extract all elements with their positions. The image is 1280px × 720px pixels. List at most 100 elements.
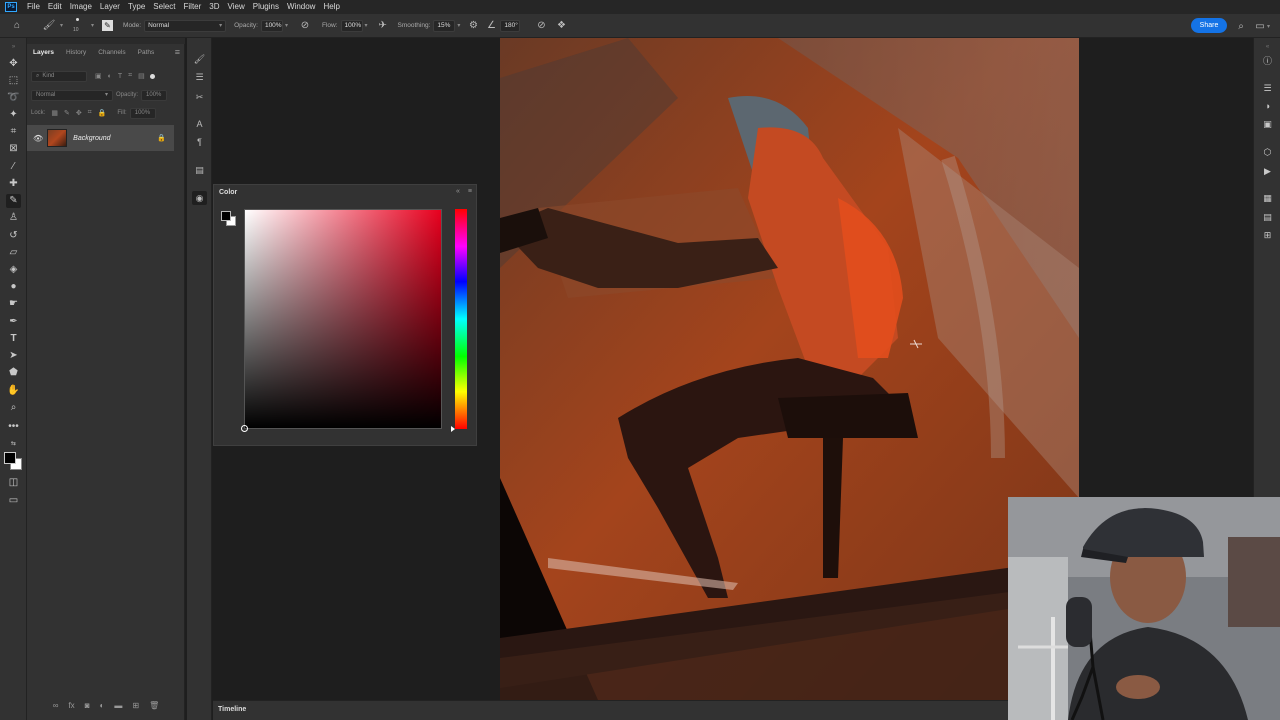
- filter-toggle-icon[interactable]: [149, 73, 155, 79]
- actions-play-icon[interactable]: ▶: [1260, 164, 1275, 178]
- menu-3d[interactable]: 3D: [205, 0, 223, 14]
- menu-filter[interactable]: Filter: [180, 0, 206, 14]
- saturation-value-field[interactable]: [241, 209, 442, 432]
- menu-type[interactable]: Type: [124, 0, 149, 14]
- quick-mask-icon[interactable]: ◫: [6, 476, 21, 490]
- pen-tool-icon[interactable]: ✒: [6, 315, 21, 329]
- adjustments-icon[interactable]: ☰: [1260, 81, 1275, 95]
- symmetry-icon[interactable]: ❖: [554, 19, 568, 33]
- libraries-icon[interactable]: ▣: [1260, 117, 1275, 131]
- eye-icon[interactable]: 👁: [33, 134, 43, 143]
- menu-layer[interactable]: Layer: [96, 0, 124, 14]
- filter-smart-object-icon[interactable]: ▤: [138, 72, 145, 80]
- brush-tool-preset-icon[interactable]: 🖌: [42, 19, 56, 33]
- type-tool-icon[interactable]: T: [6, 332, 21, 346]
- link-layers-icon[interactable]: ∞: [53, 701, 59, 710]
- fill-field[interactable]: 100%: [129, 107, 156, 119]
- collapse-icon[interactable]: «: [456, 188, 460, 195]
- learn-icon[interactable]: ⓘ: [1260, 54, 1275, 68]
- lock-transparent-icon[interactable]: ▦: [51, 109, 58, 117]
- lock-artboard-icon[interactable]: ⌗: [88, 109, 92, 117]
- menu-edit[interactable]: Edit: [44, 0, 66, 14]
- quick-selection-tool-icon[interactable]: ✦: [6, 108, 21, 122]
- smoothing-field[interactable]: 15%: [433, 19, 456, 32]
- filter-type-icon[interactable]: T: [118, 73, 122, 80]
- tab-channels[interactable]: Channels: [92, 46, 131, 60]
- airbrush-icon[interactable]: ✈: [376, 19, 390, 33]
- layer-row[interactable]: 👁 Background 🔒: [27, 125, 174, 151]
- photoshop-logo[interactable]: Ps: [5, 2, 17, 12]
- properties-panel-icon[interactable]: ▤: [192, 163, 207, 177]
- patterns-icon[interactable]: ⊞: [1260, 228, 1275, 242]
- menu-view[interactable]: View: [224, 0, 249, 14]
- lock-all-icon[interactable]: 🔒: [98, 109, 107, 117]
- brush-size-picker[interactable]: 10: [67, 17, 89, 35]
- pressure-size-icon[interactable]: ⊘: [534, 19, 548, 33]
- layer-opacity-field[interactable]: 100%: [141, 89, 168, 101]
- pressure-opacity-icon[interactable]: ⊘: [298, 19, 312, 33]
- foreground-color-swatch[interactable]: [221, 211, 231, 221]
- paint-bucket-tool-icon[interactable]: ◈: [6, 263, 21, 277]
- workspace-icon[interactable]: ▭: [1253, 19, 1267, 33]
- opacity-field[interactable]: 100%: [260, 19, 283, 32]
- tool-presets-icon[interactable]: ✂: [192, 90, 207, 104]
- collapse-icon[interactable]: »: [6, 40, 21, 54]
- brush-settings-icon[interactable]: ✎: [102, 20, 114, 31]
- smudge-tool-icon[interactable]: ☛: [6, 297, 21, 311]
- hue-slider[interactable]: [451, 209, 467, 432]
- color-panel-icon[interactable]: ◉: [192, 191, 207, 205]
- delete-layer-icon[interactable]: 🗑: [149, 701, 159, 710]
- dodge-tool-icon[interactable]: ●: [6, 280, 21, 294]
- adjustment-layer-icon[interactable]: ◐: [100, 701, 105, 710]
- brush-tool-icon[interactable]: ✎: [6, 194, 21, 208]
- eraser-tool-icon[interactable]: ▱: [6, 246, 21, 260]
- chevron-down-icon[interactable]: ▾: [91, 22, 94, 29]
- lock-position-icon[interactable]: ✥: [76, 109, 82, 117]
- shape-tool-icon[interactable]: ⬟: [6, 366, 21, 380]
- panel-menu-icon[interactable]: ≡: [175, 47, 180, 57]
- gear-icon[interactable]: ⚙: [466, 19, 480, 33]
- color-picker-marker[interactable]: [241, 425, 248, 432]
- menu-image[interactable]: Image: [66, 0, 96, 14]
- tab-paths[interactable]: Paths: [132, 46, 161, 60]
- eyedropper-tool-icon[interactable]: ⁄: [6, 160, 21, 174]
- search-icon[interactable]: ⌕: [1234, 19, 1248, 33]
- tab-history[interactable]: History: [60, 46, 92, 60]
- hand-tool-icon[interactable]: ✋: [6, 384, 21, 398]
- collapse-icon[interactable]: «: [1260, 40, 1275, 54]
- mode-select[interactable]: Normal ▾: [144, 19, 227, 32]
- hue-slider-handle[interactable]: [451, 426, 455, 432]
- 3d-icon[interactable]: ⬡: [1260, 145, 1275, 159]
- share-button[interactable]: Share: [1191, 18, 1227, 33]
- swatches-icon[interactable]: ▦: [1260, 191, 1275, 205]
- path-selection-tool-icon[interactable]: ➤: [6, 349, 21, 363]
- filter-pixel-icon[interactable]: ▣: [95, 72, 102, 80]
- panel-menu-icon[interactable]: ≡: [468, 188, 472, 195]
- chevron-down-icon[interactable]: ▾: [60, 22, 63, 29]
- history-brush-tool-icon[interactable]: ↺: [6, 229, 21, 243]
- filter-shape-icon[interactable]: ⌗: [128, 72, 132, 80]
- marquee-tool-icon[interactable]: ⬚: [6, 74, 21, 88]
- new-group-icon[interactable]: ▬: [114, 701, 122, 710]
- crop-tool-icon[interactable]: ⌗: [6, 125, 21, 139]
- chevron-down-icon[interactable]: ▾: [1267, 23, 1270, 30]
- new-layer-icon[interactable]: ⊞: [132, 701, 139, 710]
- more-tools-icon[interactable]: •••: [6, 420, 21, 434]
- menu-help[interactable]: Help: [319, 0, 343, 14]
- brush-panel-icon[interactable]: 🖌: [192, 52, 207, 66]
- lasso-tool-icon[interactable]: ➰: [6, 91, 21, 105]
- fx-icon[interactable]: fx: [68, 701, 74, 710]
- healing-brush-tool-icon[interactable]: ✚: [6, 177, 21, 191]
- clone-stamp-tool-icon[interactable]: ♙: [6, 211, 21, 225]
- add-mask-icon[interactable]: ◙: [85, 701, 90, 710]
- layer-name[interactable]: Background: [73, 135, 157, 142]
- chevron-down-icon[interactable]: ▾: [285, 22, 288, 29]
- foreground-color-swatch[interactable]: [4, 452, 16, 464]
- character-panel-icon[interactable]: A: [192, 117, 207, 131]
- lock-image-icon[interactable]: ✎: [64, 109, 70, 117]
- menu-plugins[interactable]: Plugins: [249, 0, 283, 14]
- chevron-down-icon[interactable]: ▾: [365, 22, 368, 29]
- swap-colors-icon[interactable]: ⇆: [6, 437, 21, 451]
- gradients-icon[interactable]: ▤: [1260, 210, 1275, 224]
- styles-icon[interactable]: ◑: [1260, 99, 1275, 113]
